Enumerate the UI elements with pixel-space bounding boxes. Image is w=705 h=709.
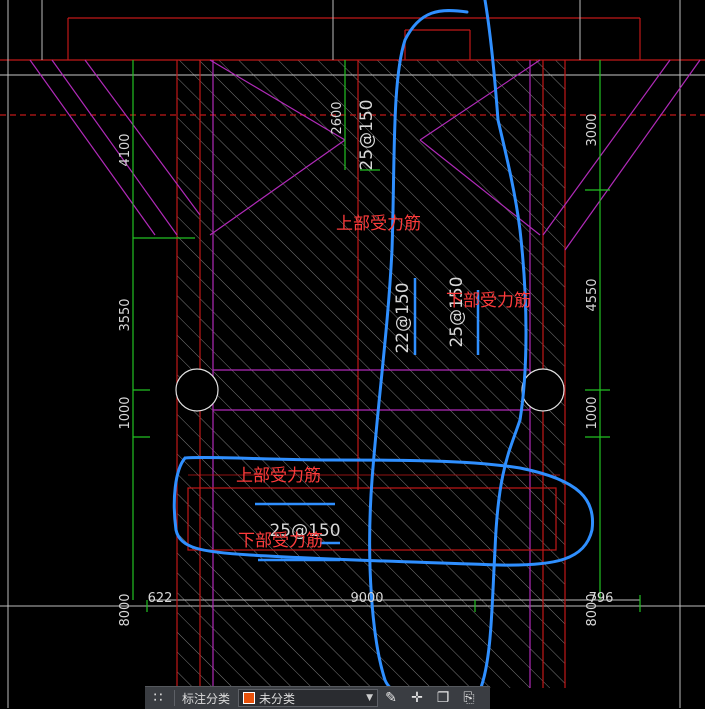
category-label: 标注分类 bbox=[182, 691, 231, 706]
note-lower-main: 下部受力筋 bbox=[446, 291, 531, 311]
paste-icon[interactable]: ⎘ bbox=[456, 690, 482, 706]
rebar-label-top: 25@150 bbox=[357, 99, 377, 170]
dim-left-4100: 4100 bbox=[118, 133, 133, 166]
rebar-label-mid-right: 25@150 bbox=[447, 276, 467, 347]
cad-canvas[interactable]: 4100 3550 1000 8000 3000 4550 1000 8000 … bbox=[0, 0, 705, 708]
dim-right-3000: 3000 bbox=[585, 113, 600, 146]
chevron-down-icon: ▼ bbox=[366, 693, 374, 703]
category-select-value: 未分类 bbox=[259, 691, 296, 706]
annotation-toolbar: ∷ 标注分类 未分类 ▼ ✎ ✛ ❐ ⎘ bbox=[145, 686, 490, 709]
dim-left-3550: 3550 bbox=[118, 298, 133, 331]
grid-icon[interactable]: ∷ bbox=[145, 690, 171, 706]
edit-icon[interactable]: ✎ bbox=[378, 690, 404, 706]
note-upper-beam: 上部受力筋 bbox=[236, 466, 321, 486]
note-upper-main: 上部受力筋 bbox=[336, 214, 421, 234]
dim-top-2600: 2600 bbox=[330, 101, 345, 134]
category-color-swatch bbox=[243, 692, 256, 704]
dim-bottom-left: 622 bbox=[148, 591, 173, 606]
dim-left-8000: 8000 bbox=[118, 593, 133, 626]
dim-right-4550: 4550 bbox=[585, 278, 600, 311]
dim-bottom-right: 796 bbox=[589, 591, 614, 606]
dim-bottom-center: 9000 bbox=[350, 591, 383, 606]
dim-left-1000: 1000 bbox=[118, 396, 133, 429]
note-lower-beam: 下部受力筋 bbox=[238, 531, 323, 551]
toolbar-divider bbox=[174, 690, 175, 706]
rebar-label-mid-left: 22@150 bbox=[393, 282, 413, 353]
category-select[interactable]: 未分类 ▼ bbox=[238, 689, 379, 707]
move-icon[interactable]: ✛ bbox=[404, 690, 430, 706]
dim-right-1000: 1000 bbox=[585, 396, 600, 429]
copy-icon[interactable]: ❐ bbox=[430, 690, 456, 706]
